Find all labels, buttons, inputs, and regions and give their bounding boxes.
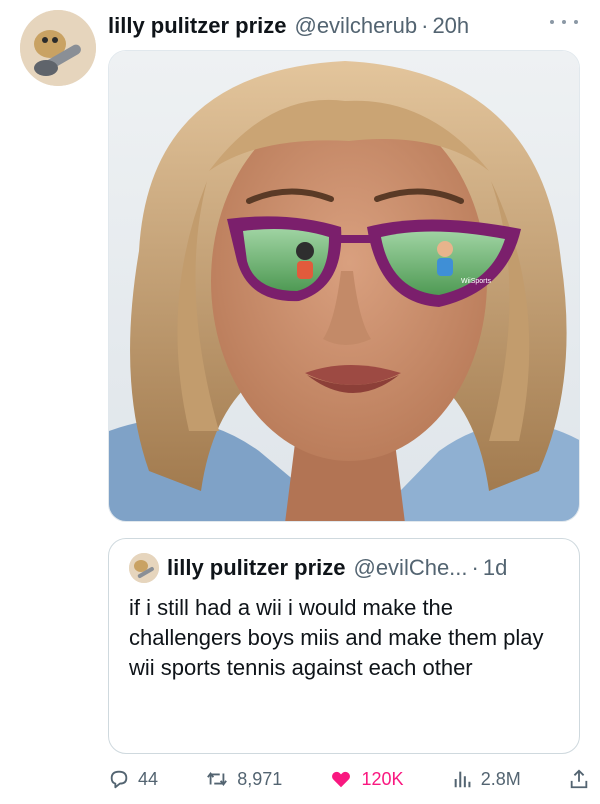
quoted-tweet-text: if i still had a wii i would make the ch… xyxy=(129,595,544,680)
heart-icon xyxy=(332,771,351,788)
share-button[interactable] xyxy=(568,768,590,790)
quoted-tweet[interactable]: lilly pulitzer prize @evilChe... · 1d if… xyxy=(108,538,580,754)
separator-dot: · xyxy=(471,555,479,580)
reply-count: 44 xyxy=(138,768,159,789)
repost-icon xyxy=(207,771,228,787)
like-count: 120K xyxy=(361,768,404,789)
more-options-icon[interactable] xyxy=(550,12,578,32)
tweet-time[interactable]: 20h xyxy=(432,13,469,39)
avatar-guitar-icon xyxy=(20,10,96,86)
views-chart-icon xyxy=(454,771,471,788)
quoted-tweet-time[interactable]: 1d xyxy=(483,555,507,581)
user-handle[interactable]: @evilcherub xyxy=(294,13,417,39)
views-button[interactable]: 2.8M xyxy=(451,768,521,790)
views-count: 2.8M xyxy=(480,768,521,789)
tweet-image[interactable]: WiiSports xyxy=(108,50,580,522)
share-icon xyxy=(570,769,588,789)
quoted-display-name[interactable]: lilly pulitzer prize xyxy=(167,555,345,581)
tweet-header: lilly pulitzer prize @evilcherub · 20h xyxy=(108,8,580,44)
like-button[interactable]: 120K xyxy=(329,768,404,790)
media-caption: WiiSports xyxy=(461,278,491,285)
repost-button[interactable]: 8,971 xyxy=(205,768,282,790)
repost-count: 8,971 xyxy=(237,768,283,789)
reply-button[interactable]: 44 xyxy=(108,768,158,790)
display-name[interactable]: lilly pulitzer prize xyxy=(108,13,286,39)
action-bar: 44 8,971 120K 2.8M xyxy=(108,762,590,796)
reply-icon xyxy=(110,770,128,789)
quoted-avatar xyxy=(129,553,159,583)
avatar-guitar-icon xyxy=(129,553,159,583)
separator-dot: · xyxy=(421,13,429,38)
quoted-tweet-header: lilly pulitzer prize @evilChe... · 1d xyxy=(129,553,559,583)
quoted-user-handle[interactable]: @evilChe... xyxy=(353,555,467,581)
avatar[interactable] xyxy=(20,10,96,86)
